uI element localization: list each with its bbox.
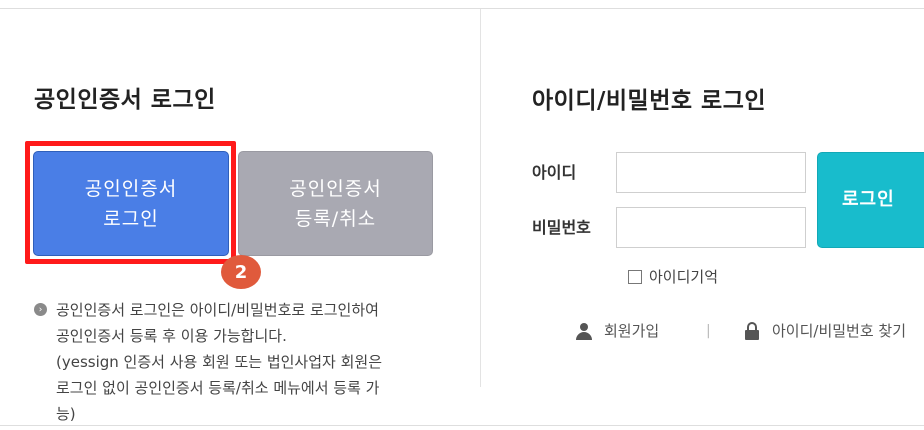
signup-link-label: 회원가입	[604, 322, 660, 340]
section-divider	[480, 9, 481, 387]
remember-id-label: 아이디기억	[649, 268, 719, 286]
lock-icon	[745, 321, 759, 340]
highlight-box	[25, 141, 236, 264]
id-input[interactable]	[616, 152, 806, 193]
password-label: 비밀번호	[532, 218, 591, 237]
login-button[interactable]: 로그인	[817, 152, 924, 248]
find-account-link-label: 아이디/비밀번호 찾기	[772, 322, 907, 340]
id-label: 아이디	[532, 163, 577, 182]
password-input[interactable]	[616, 207, 806, 248]
notice-line: 능)	[56, 405, 76, 423]
notice-line: 로그인 없이 공인인증서 등록/취소 메뉴에서 등록 가	[56, 379, 380, 397]
notice-line: 공인인증서 로그인은 아이디/비밀번호로 로그인하여	[56, 301, 379, 319]
chevron-right-icon: ›	[34, 303, 47, 316]
cert-register-button-line2: 등록/취소	[294, 207, 377, 230]
notice-text: 공인인증서 로그인은 아이디/비밀번호로 로그인하여 공인인증서 등록 후 이용…	[56, 297, 382, 427]
link-separator: |	[706, 323, 711, 339]
id-login-title: 아이디/비밀번호 로그인	[532, 88, 767, 114]
cert-register-button-line1: 공인인증서	[289, 177, 382, 200]
cert-login-title: 공인인증서 로그인	[34, 87, 216, 113]
notice-line: 공인인증서 등록 후 이용 가능합니다.	[56, 327, 287, 345]
notice-line: (yessign 인증서 사용 회원 또는 법인사업자 회원은	[56, 353, 382, 371]
find-account-link[interactable]: 아이디/비밀번호 찾기	[745, 320, 906, 341]
step-badge: 2	[221, 255, 261, 289]
cert-register-button[interactable]: 공인인증서 등록/취소	[238, 151, 433, 256]
person-icon	[575, 322, 593, 340]
remember-id-checkbox[interactable]	[628, 269, 642, 284]
remember-id[interactable]: 아이디기억	[628, 266, 718, 287]
signup-link[interactable]: 회원가입	[575, 320, 659, 341]
